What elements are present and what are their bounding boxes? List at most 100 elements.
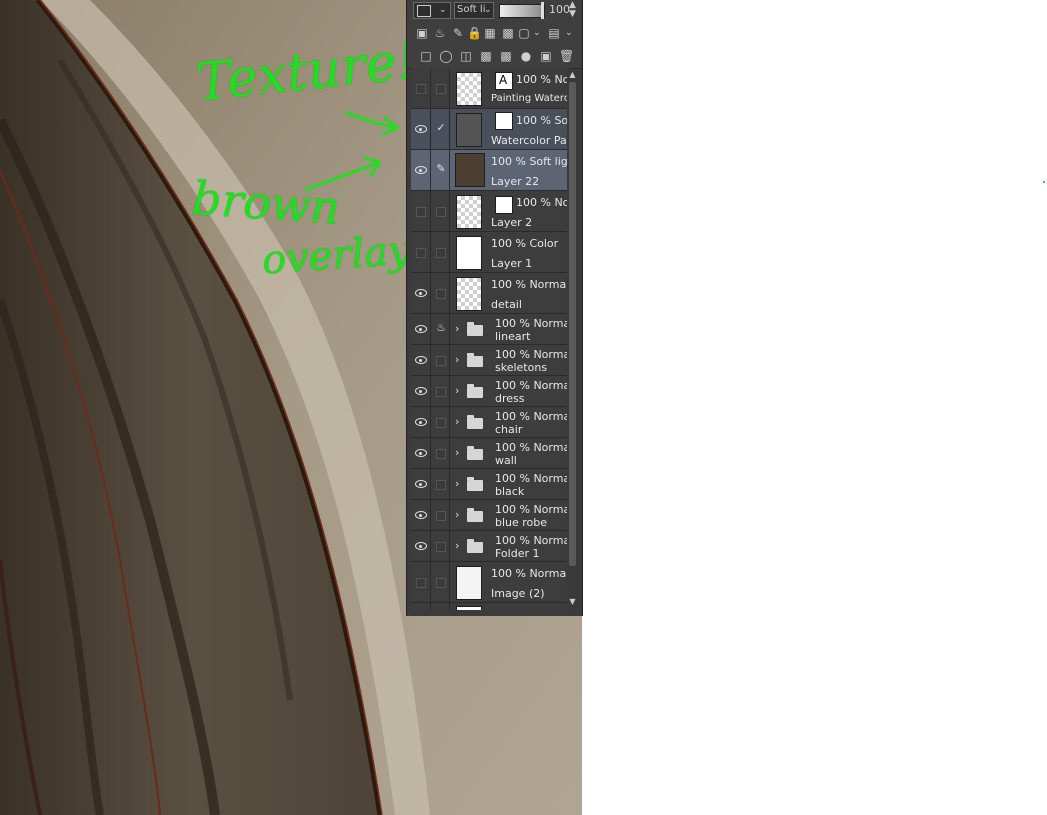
reference-toggle[interactable]: ♨	[431, 314, 450, 344]
folder-row[interactable]: ♨ › 100 % Normal lineart	[411, 314, 569, 345]
layer-name: Image (2)	[491, 587, 545, 600]
visibility-toggle[interactable]	[411, 531, 431, 561]
layer-blend-mode: 100 % Soft light	[491, 155, 567, 168]
layer-row[interactable]: 100 % Normal detail	[411, 273, 569, 314]
eye-icon	[415, 166, 427, 174]
expand-arrow-icon[interactable]: ›	[455, 415, 459, 428]
lock-transparent-icon[interactable]: ▦	[483, 26, 497, 40]
folder-icon	[467, 446, 483, 460]
opacity-stepper[interactable]: ▲ ▼	[569, 1, 576, 19]
expand-arrow-icon[interactable]: ›	[455, 508, 459, 521]
new-raster-layer-icon[interactable]: □	[419, 49, 433, 63]
reference-layer-icon[interactable]: ♨	[433, 26, 447, 40]
edit-toggle[interactable]	[431, 68, 450, 108]
ruler-icon[interactable]: ▤	[547, 26, 561, 40]
edit-toggle[interactable]	[431, 562, 450, 602]
folder-row[interactable]: › 100 % Normal blue robe	[411, 500, 569, 531]
folder-row[interactable]: › 100 % Normal skeletons	[411, 345, 569, 376]
edit-toggle[interactable]	[431, 407, 450, 437]
scroll-thumb[interactable]	[569, 82, 576, 566]
visibility-toggle[interactable]	[411, 603, 431, 610]
layer-row[interactable]: A 100 % Nor Painting Watercolor	[411, 68, 569, 109]
folder-row[interactable]: › 100 % Normal wall	[411, 438, 569, 469]
edit-toggle[interactable]	[431, 603, 450, 610]
vector-layer-icon	[495, 196, 513, 214]
layer-color-select[interactable]: ⌄	[413, 2, 451, 19]
layer-row[interactable]: ✎ 100 % Soft light Layer 22	[411, 150, 569, 191]
visibility-toggle[interactable]	[411, 469, 431, 499]
new-folder-icon[interactable]: ◫	[459, 49, 473, 63]
visibility-toggle[interactable]	[411, 562, 431, 602]
expand-arrow-icon[interactable]: ›	[455, 446, 459, 459]
edit-toggle[interactable]	[431, 500, 450, 530]
folder-icon	[467, 353, 483, 367]
layer-name: Layer 22	[491, 175, 540, 188]
layer-row[interactable]: ✓ 100 % Soft Watercolor Paper	[411, 109, 569, 150]
visibility-toggle[interactable]	[411, 273, 431, 313]
edit-toggle[interactable]	[431, 469, 450, 499]
opacity-slider[interactable]	[499, 4, 545, 18]
chevron-down-icon[interactable]: ⌄	[533, 28, 541, 38]
clip-layer-icon[interactable]: ▣	[415, 26, 429, 40]
eye-icon	[415, 480, 427, 488]
edit-toggle[interactable]: ✓	[431, 109, 450, 149]
layer-row[interactable]: 100 % Normal Image (2)	[411, 562, 569, 603]
folder-row[interactable]: › 100 % Normal chair	[411, 407, 569, 438]
edit-toggle[interactable]	[431, 273, 450, 313]
opacity-slider-handle[interactable]	[541, 2, 544, 19]
layer-row[interactable]: 100 % Nor Layer 2	[411, 191, 569, 232]
trash-icon[interactable]: 🗑	[559, 49, 574, 63]
edit-toggle[interactable]	[431, 438, 450, 468]
eye-icon	[415, 542, 427, 550]
draft-layer-icon[interactable]: ✎	[451, 26, 465, 40]
edit-toggle[interactable]	[431, 531, 450, 561]
edit-toggle[interactable]	[431, 345, 450, 375]
scroll-down-icon[interactable]: ▼	[567, 596, 578, 608]
merge-down-icon[interactable]: ▩	[499, 49, 513, 63]
mask-icon[interactable]: ▩	[501, 26, 515, 40]
layer-list-scrollbar[interactable]: ▲ ▼	[567, 69, 578, 610]
visibility-toggle[interactable]	[411, 109, 431, 149]
visibility-toggle[interactable]	[411, 438, 431, 468]
edit-off-box	[436, 511, 446, 521]
mask-options-icon[interactable]: ▢	[517, 26, 531, 40]
visibility-toggle[interactable]	[411, 314, 431, 344]
lock-icon[interactable]: 🔒	[467, 26, 482, 40]
reference-layer-icon: ♨	[436, 321, 446, 334]
add-mask-icon[interactable]: ●	[519, 49, 533, 63]
visibility-toggle[interactable]	[411, 150, 431, 190]
annotation-brown: brown	[190, 170, 342, 236]
folder-row[interactable]: › 100 % Normal Folder 1	[411, 531, 569, 562]
folder-row[interactable]: › 100 % Normal dress	[411, 376, 569, 407]
edit-toggle[interactable]	[431, 232, 450, 272]
layer-row[interactable]: 100 % Color Layer 1	[411, 232, 569, 273]
edit-toggle[interactable]	[431, 376, 450, 406]
folder-icon	[467, 539, 483, 553]
visibility-toggle[interactable]	[411, 345, 431, 375]
transfer-down-icon[interactable]: ▩	[479, 49, 493, 63]
visibility-toggle[interactable]	[411, 376, 431, 406]
edit-toggle[interactable]	[431, 191, 450, 231]
apply-mask-icon[interactable]: ▣	[539, 49, 553, 63]
layer-name: detail	[491, 298, 522, 311]
visibility-toggle[interactable]	[411, 407, 431, 437]
folder-row[interactable]: › 100 % Normal black	[411, 469, 569, 500]
expand-arrow-icon[interactable]: ›	[455, 353, 459, 366]
visibility-toggle[interactable]	[411, 191, 431, 231]
expand-arrow-icon[interactable]: ›	[455, 384, 459, 397]
layer-name: lineart	[495, 330, 531, 343]
expand-arrow-icon[interactable]: ›	[455, 322, 459, 335]
edit-off-box	[436, 248, 446, 258]
visibility-toggle[interactable]	[411, 232, 431, 272]
edit-toggle[interactable]: ✎	[431, 150, 450, 190]
blend-mode-select[interactable]: Soft li ⌄	[454, 2, 494, 19]
visibility-toggle[interactable]	[411, 68, 431, 108]
new-vector-layer-icon[interactable]: ◯	[439, 49, 453, 63]
visibility-toggle[interactable]	[411, 500, 431, 530]
expand-arrow-icon[interactable]: ›	[455, 477, 459, 490]
chevron-down-icon[interactable]: ⌄	[565, 28, 573, 38]
layer-row-partial[interactable]	[411, 603, 569, 610]
expand-arrow-icon[interactable]: ›	[455, 539, 459, 552]
scroll-up-icon[interactable]: ▲	[567, 69, 578, 81]
layer-thumbnail	[456, 606, 482, 610]
